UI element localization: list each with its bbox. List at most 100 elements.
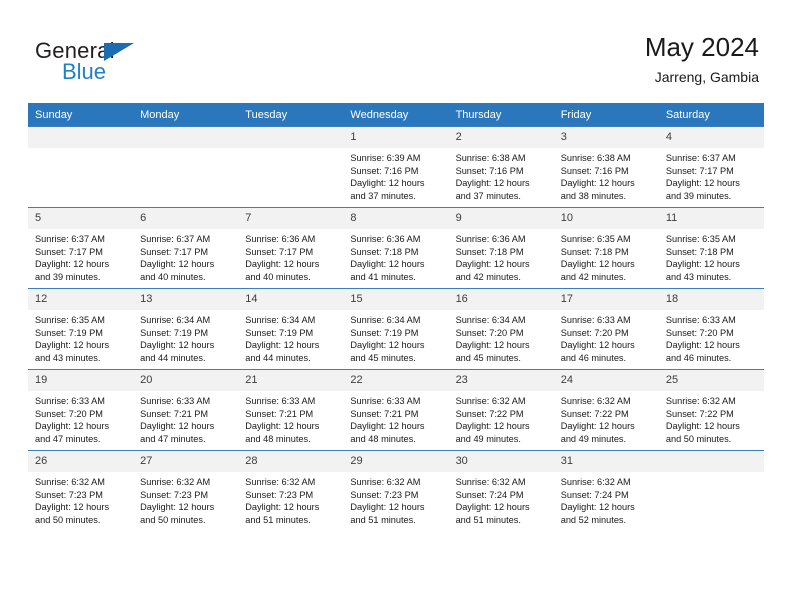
daylight-text-line1: Daylight: 12 hours [455, 178, 530, 189]
daylight-text-line2: and 39 minutes. [665, 190, 732, 201]
calendar-day-cell[interactable]: 18 Sunrise: 6:33 AM Sunset: 7:20 PM Dayligh… [658, 288, 764, 370]
daylight-text-line2: and 46 minutes. [560, 352, 627, 363]
sunset-text: Sunset: 7:23 PM [35, 489, 103, 500]
day-number: 7 [238, 208, 344, 229]
daylight-text-line2: and 52 minutes. [560, 514, 627, 525]
calendar-day-cell[interactable]: 1 Sunrise: 6:39 AM Sunset: 7:16 PM Daylight… [343, 126, 449, 208]
calendar-day-cell[interactable]: 8 Sunrise: 6:36 AM Sunset: 7:18 PM Daylight… [343, 207, 449, 289]
daylight-text-line2: and 51 minutes. [245, 514, 311, 525]
calendar-day-cell[interactable]: 30 Sunrise: 6:32 AM Sunset: 7:24 PM Dayligh… [448, 450, 554, 531]
day-number [238, 127, 344, 148]
day-details: Sunrise: 6:35 AM Sunset: 7:19 PM Daylight:… [28, 310, 133, 364]
day-number: 2 [448, 127, 554, 148]
sunrise-text: Sunrise: 6:39 AM [350, 153, 421, 163]
daylight-text-line1: Daylight: 12 hours [140, 502, 215, 513]
sunset-text: Sunset: 7:20 PM [35, 408, 103, 419]
day-details: Sunrise: 6:36 AM Sunset: 7:17 PM Daylight:… [238, 229, 343, 283]
day-number: 28 [238, 451, 344, 472]
calendar-day-cell[interactable]: 24 Sunrise: 6:32 AM Sunset: 7:22 PM Dayligh… [553, 369, 659, 451]
day-details: Sunrise: 6:33 AM Sunset: 7:21 PM Daylight:… [343, 391, 448, 445]
sunrise-text: Sunrise: 6:35 AM [35, 315, 105, 325]
sunrise-text: Sunrise: 6:38 AM [560, 153, 631, 163]
day-details: Sunrise: 6:32 AM Sunset: 7:23 PM Daylight:… [238, 472, 343, 526]
calendar-day-cell[interactable]: 17 Sunrise: 6:33 AM Sunset: 7:20 PM Dayligh… [553, 288, 659, 370]
daylight-text-line2: and 40 minutes. [140, 271, 206, 282]
sunrise-text: Sunrise: 6:37 AM [665, 153, 736, 163]
calendar-day-cell[interactable]: 4 Sunrise: 6:37 AM Sunset: 7:17 PM Daylight… [658, 126, 764, 208]
weekday-header-wednesday: Wednesday [343, 103, 449, 127]
sunset-text: Sunset: 7:18 PM [350, 246, 419, 257]
sunrise-text: Sunrise: 6:37 AM [35, 234, 105, 244]
daylight-text-line1: Daylight: 12 hours [350, 502, 425, 513]
calendar-week-row: 1 Sunrise: 6:39 AM Sunset: 7:16 PM Daylight… [28, 126, 764, 208]
day-number: 17 [553, 289, 659, 310]
calendar-day-cell[interactable]: 10 Sunrise: 6:35 AM Sunset: 7:18 PM Dayligh… [553, 207, 659, 289]
day-details: Sunrise: 6:37 AM Sunset: 7:17 PM Daylight:… [133, 229, 238, 283]
calendar-day-cell[interactable]: 13 Sunrise: 6:34 AM Sunset: 7:19 PM Dayligh… [133, 288, 239, 370]
calendar-day-cell[interactable]: 3 Sunrise: 6:38 AM Sunset: 7:16 PM Daylight… [553, 126, 659, 208]
daylight-text-line2: and 37 minutes. [455, 190, 521, 201]
sunrise-text: Sunrise: 6:32 AM [35, 477, 105, 487]
calendar-day-cell[interactable]: 26 Sunrise: 6:32 AM Sunset: 7:23 PM Dayligh… [28, 450, 134, 531]
day-details: Sunrise: 6:32 AM Sunset: 7:23 PM Daylight:… [343, 472, 448, 526]
day-number: 29 [343, 451, 449, 472]
calendar-day-cell[interactable]: 2 Sunrise: 6:38 AM Sunset: 7:16 PM Daylight… [448, 126, 554, 208]
daylight-text-line1: Daylight: 12 hours [35, 259, 110, 270]
sunset-text: Sunset: 7:20 PM [665, 327, 734, 338]
calendar-day-cell[interactable]: 6 Sunrise: 6:37 AM Sunset: 7:17 PM Daylight… [133, 207, 239, 289]
title-block: May 2024 Jarreng, Gambia [645, 32, 759, 86]
calendar-cell-empty [133, 126, 239, 208]
calendar-day-cell[interactable]: 21 Sunrise: 6:33 AM Sunset: 7:21 PM Dayligh… [238, 369, 344, 451]
daylight-text-line2: and 42 minutes. [560, 271, 627, 282]
calendar-day-cell[interactable]: 14 Sunrise: 6:34 AM Sunset: 7:19 PM Dayligh… [238, 288, 344, 370]
day-number: 16 [448, 289, 554, 310]
calendar-day-cell[interactable]: 27 Sunrise: 6:32 AM Sunset: 7:23 PM Dayligh… [133, 450, 239, 531]
day-number: 21 [238, 370, 344, 391]
daylight-text-line1: Daylight: 12 hours [455, 259, 530, 270]
calendar-day-cell[interactable]: 31 Sunrise: 6:32 AM Sunset: 7:24 PM Dayligh… [553, 450, 659, 531]
calendar-day-cell[interactable]: 23 Sunrise: 6:32 AM Sunset: 7:22 PM Dayligh… [448, 369, 554, 451]
day-details: Sunrise: 6:35 AM Sunset: 7:18 PM Daylight:… [554, 229, 659, 283]
day-details: Sunrise: 6:32 AM Sunset: 7:23 PM Daylight:… [133, 472, 238, 526]
sunset-text: Sunset: 7:22 PM [665, 408, 734, 419]
sunset-text: Sunset: 7:19 PM [35, 327, 103, 338]
day-number: 9 [448, 208, 554, 229]
daylight-text-line2: and 40 minutes. [245, 271, 311, 282]
sunset-text: Sunset: 7:16 PM [455, 165, 524, 176]
calendar-day-cell[interactable]: 12 Sunrise: 6:35 AM Sunset: 7:19 PM Dayligh… [28, 288, 134, 370]
calendar-day-cell[interactable]: 28 Sunrise: 6:32 AM Sunset: 7:23 PM Dayligh… [238, 450, 344, 531]
calendar-day-cell[interactable]: 20 Sunrise: 6:33 AM Sunset: 7:21 PM Dayligh… [133, 369, 239, 451]
logo-text-blue: Blue [62, 59, 107, 84]
calendar-day-cell[interactable]: 29 Sunrise: 6:32 AM Sunset: 7:23 PM Dayligh… [343, 450, 449, 531]
day-details: Sunrise: 6:36 AM Sunset: 7:18 PM Daylight:… [449, 229, 554, 283]
sunrise-text: Sunrise: 6:34 AM [455, 315, 526, 325]
sunset-text: Sunset: 7:17 PM [665, 165, 734, 176]
daylight-text-line2: and 51 minutes. [455, 514, 521, 525]
sunrise-text: Sunrise: 6:32 AM [455, 477, 526, 487]
calendar-day-cell[interactable]: 16 Sunrise: 6:34 AM Sunset: 7:20 PM Dayligh… [448, 288, 554, 370]
calendar-day-cell[interactable]: 25 Sunrise: 6:32 AM Sunset: 7:22 PM Dayligh… [658, 369, 764, 451]
calendar-day-cell[interactable]: 5 Sunrise: 6:37 AM Sunset: 7:17 PM Daylight… [28, 207, 134, 289]
day-details: Sunrise: 6:32 AM Sunset: 7:24 PM Daylight:… [554, 472, 659, 526]
calendar-page: General Blue May 2024 Jarreng, Gambia Su… [0, 0, 792, 612]
calendar-day-cell[interactable]: 19 Sunrise: 6:33 AM Sunset: 7:20 PM Dayligh… [28, 369, 134, 451]
general-blue-logo[interactable]: General Blue [35, 38, 235, 88]
calendar-week-row: 26 Sunrise: 6:32 AM Sunset: 7:23 PM Dayligh… [28, 450, 764, 531]
calendar-cell-empty [658, 450, 764, 531]
day-details: Sunrise: 6:37 AM Sunset: 7:17 PM Daylight:… [28, 229, 133, 283]
sunrise-text: Sunrise: 6:33 AM [560, 315, 631, 325]
daylight-text-line1: Daylight: 12 hours [350, 421, 425, 432]
calendar-day-cell[interactable]: 15 Sunrise: 6:34 AM Sunset: 7:19 PM Dayligh… [343, 288, 449, 370]
calendar-day-cell[interactable]: 11 Sunrise: 6:35 AM Sunset: 7:18 PM Dayligh… [658, 207, 764, 289]
daylight-text-line1: Daylight: 12 hours [665, 259, 740, 270]
weekday-header-monday: Monday [133, 103, 239, 127]
daylight-text-line1: Daylight: 12 hours [455, 502, 530, 513]
calendar-day-cell[interactable]: 9 Sunrise: 6:36 AM Sunset: 7:18 PM Daylight… [448, 207, 554, 289]
day-number: 26 [28, 451, 134, 472]
calendar-day-cell[interactable]: 22 Sunrise: 6:33 AM Sunset: 7:21 PM Dayligh… [343, 369, 449, 451]
daylight-text-line1: Daylight: 12 hours [140, 421, 215, 432]
calendar-day-cell[interactable]: 7 Sunrise: 6:36 AM Sunset: 7:17 PM Daylight… [238, 207, 344, 289]
daylight-text-line2: and 37 minutes. [350, 190, 416, 201]
sunrise-text: Sunrise: 6:36 AM [245, 234, 316, 244]
day-number: 24 [553, 370, 659, 391]
